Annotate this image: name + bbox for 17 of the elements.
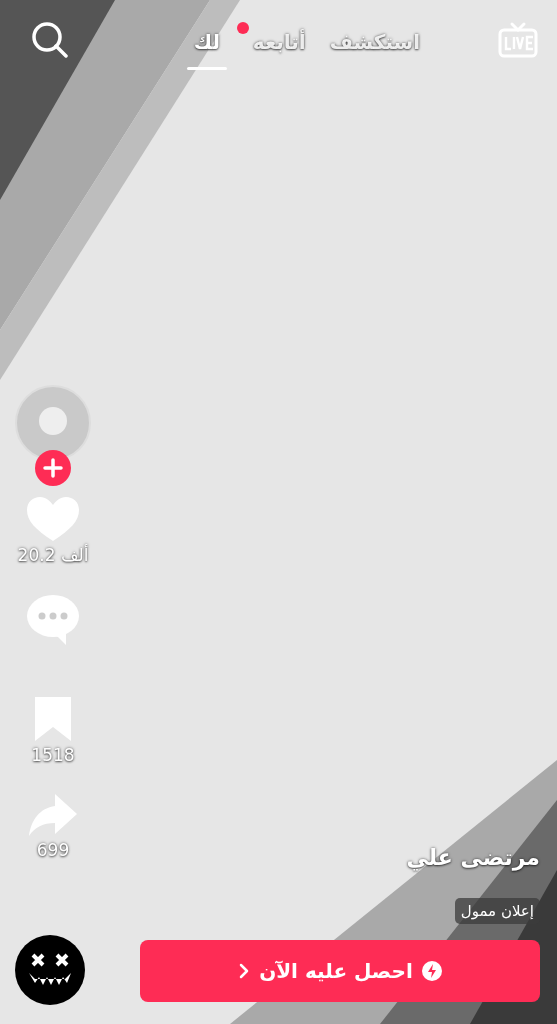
follow-plus-icon[interactable] <box>34 449 72 487</box>
bookmark-icon[interactable] <box>33 694 73 743</box>
sponsored-tag: إعلان ممول <box>454 897 540 924</box>
lightning-icon <box>420 960 443 982</box>
feed-tab[interactable]: استكشف <box>329 26 421 70</box>
feed-tab[interactable]: أتابعه <box>252 26 306 70</box>
share-icon[interactable] <box>27 792 79 838</box>
live-tv-icon[interactable] <box>497 21 539 59</box>
cta-button[interactable]: احصل عليه الآن <box>140 940 540 1002</box>
heart-icon[interactable] <box>25 495 81 543</box>
search-icon[interactable] <box>30 21 68 59</box>
music-disc-icon[interactable] <box>15 935 85 1005</box>
comment-icon[interactable] <box>26 592 80 645</box>
bookmark-count: 1518 <box>31 743 75 767</box>
share-count: 699 <box>36 839 70 862</box>
feed-tab[interactable]: لك <box>184 26 229 70</box>
like-count: 20.2 ألف <box>17 543 89 567</box>
